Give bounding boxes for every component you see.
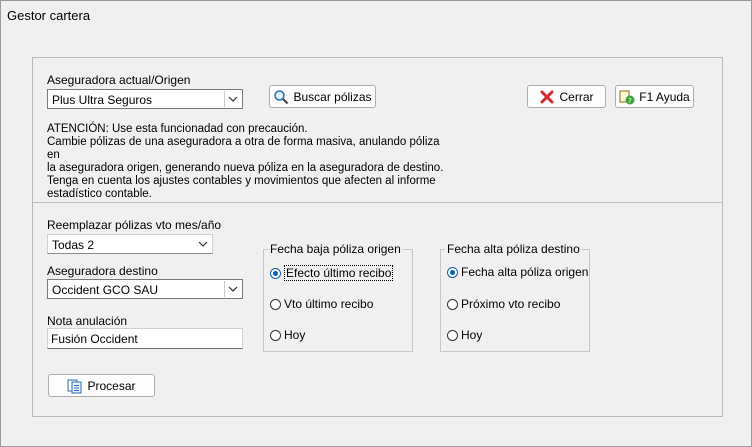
replace-label: Reemplazar pólizas vto mes/año — [47, 218, 222, 232]
baja-option-label: Vto último recibo — [284, 297, 374, 311]
baja-option-vto[interactable]: Vto último recibo — [270, 297, 373, 311]
notice-line: ATENCIÓN: Use esta funcionadad con preca… — [47, 123, 308, 135]
process-button[interactable]: Procesar — [48, 374, 155, 397]
help-label: F1 Ayuda — [639, 89, 690, 104]
dest-combo[interactable]: Occident GCO SAU — [47, 279, 243, 299]
notice-line: Tenga en cuenta los ajustes contables y … — [47, 175, 436, 187]
help-button[interactable]: ? F1 Ayuda — [615, 85, 694, 108]
origin-combo[interactable]: Plus Ultra Seguros — [47, 89, 243, 109]
process-label: Procesar — [87, 378, 136, 393]
alta-option-label: Fecha alta póliza origen — [461, 265, 589, 279]
baja-option-efecto[interactable]: Efecto último recibo — [270, 265, 394, 281]
alta-option-proximo[interactable]: Próximo vto recibo — [447, 297, 560, 311]
chevron-down-icon[interactable] — [195, 236, 211, 252]
radio-icon — [270, 298, 281, 310]
alta-option-origen[interactable]: Fecha alta póliza origen — [447, 265, 588, 279]
note-label: Nota anulación — [47, 314, 128, 328]
help-icon: ? — [619, 89, 635, 105]
red-x-icon — [539, 89, 555, 105]
dest-label: Aseguradora destino — [47, 264, 158, 278]
notice-line: Cambie pólizas de una aseguradora a otra… — [47, 136, 440, 161]
baja-option-label: Hoy — [284, 328, 306, 342]
chevron-down-icon[interactable] — [224, 91, 241, 107]
documents-icon — [67, 378, 83, 394]
close-button[interactable]: Cerrar — [527, 85, 606, 108]
radio-icon — [447, 329, 458, 341]
alta-date-group: Fecha alta póliza destino Fecha alta pól… — [440, 242, 590, 352]
replace-value: Todas 2 — [52, 238, 95, 252]
window-title: Gestor cartera — [7, 8, 91, 23]
search-policies-button[interactable]: Buscar pólizas — [269, 85, 376, 108]
baja-group-title: Fecha baja póliza origen — [268, 242, 403, 256]
search-policies-label: Buscar pólizas — [293, 89, 372, 104]
app-window: Gestor cartera Aseguradora actual/Origen… — [0, 0, 752, 447]
title-bar: Gestor cartera — [1, 1, 751, 31]
alta-group-title: Fecha alta póliza destino — [445, 242, 582, 256]
notice-text: ATENCIÓN: Use esta funcionadad con preca… — [47, 123, 447, 201]
alta-option-label: Hoy — [461, 328, 483, 342]
baja-date-group: Fecha baja póliza origen Efecto último r… — [263, 242, 413, 352]
radio-selected-icon — [270, 267, 281, 279]
svg-text:?: ? — [628, 97, 632, 105]
radio-selected-icon — [447, 266, 458, 278]
origin-label: Aseguradora actual/Origen — [47, 73, 191, 87]
origin-value: Plus Ultra Seguros — [52, 93, 153, 107]
notice-line: estadístico contable. — [47, 188, 152, 200]
alta-option-hoy[interactable]: Hoy — [447, 328, 482, 342]
baja-option-hoy[interactable]: Hoy — [270, 328, 305, 342]
alta-option-label: Próximo vto recibo — [461, 297, 561, 311]
dest-value: Occident GCO SAU — [52, 283, 159, 297]
section-divider — [33, 202, 722, 203]
note-value: Fusión Occident — [51, 332, 138, 346]
radio-icon — [270, 329, 281, 341]
magnifier-icon — [273, 89, 289, 105]
replace-combo[interactable]: Todas 2 — [47, 234, 213, 254]
notice-line: la aseguradora origen, generando nueva p… — [47, 162, 444, 174]
close-label: Cerrar — [559, 89, 594, 104]
note-input[interactable]: Fusión Occident — [47, 328, 243, 349]
chevron-down-icon[interactable] — [224, 281, 241, 297]
baja-option-label: Efecto último recibo — [284, 265, 394, 281]
radio-icon — [447, 298, 458, 310]
main-panel: Aseguradora actual/Origen Plus Ultra Seg… — [32, 57, 723, 417]
